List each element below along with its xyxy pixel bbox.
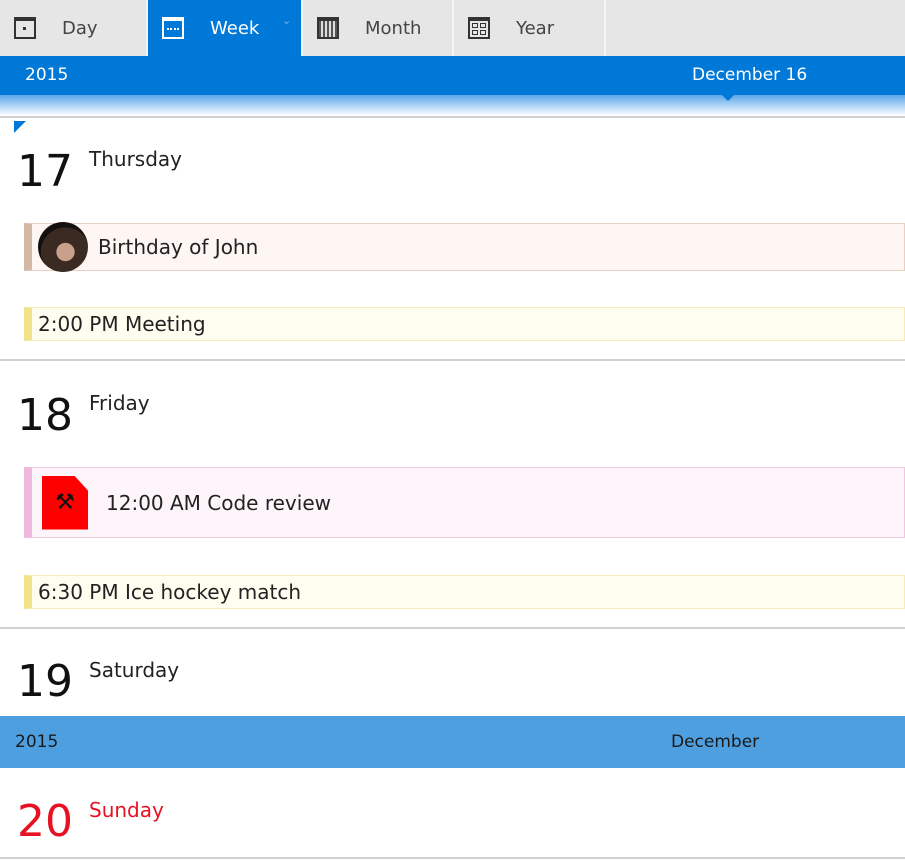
- day-number: 18: [17, 390, 73, 441]
- day-divider: [0, 627, 905, 629]
- current-date-caret-icon: [722, 95, 734, 101]
- event-title: 6:30 PM Ice hockey match: [38, 580, 302, 604]
- avatar: [38, 222, 88, 272]
- day-number: 20: [17, 796, 73, 847]
- week-calendar-icon: [162, 17, 184, 39]
- day-number: 19: [17, 656, 73, 707]
- month-header-bar: 2015 December: [0, 716, 905, 768]
- red-document-hammer-icon: ⚒: [42, 475, 88, 530]
- tab-year[interactable]: Year: [454, 0, 606, 56]
- tab-week[interactable]: Week ⌄: [148, 0, 303, 56]
- day-number: 17: [17, 146, 73, 197]
- event-title: 2:00 PM Meeting: [38, 312, 206, 336]
- chevron-down-icon[interactable]: ⌄: [282, 14, 291, 27]
- day-divider: [0, 857, 905, 859]
- day-name: Saturday: [89, 658, 180, 682]
- event-title: Birthday of John: [98, 235, 259, 259]
- tab-label: Day: [62, 17, 98, 39]
- day-name: Thursday: [89, 147, 182, 171]
- header-date: December 16: [692, 65, 808, 85]
- month-header-year: 2015: [15, 732, 59, 752]
- event-meeting[interactable]: 2:00 PM Meeting: [24, 307, 905, 341]
- event-title: 12:00 AM Code review: [106, 490, 331, 515]
- day-name: Friday: [89, 391, 150, 415]
- tab-label: Week: [210, 17, 260, 39]
- date-header-bar: 2015 December 16: [0, 56, 905, 95]
- tab-month[interactable]: Month: [303, 0, 454, 56]
- year-calendar-icon: [468, 17, 490, 39]
- day-divider: [0, 116, 905, 118]
- event-code-review[interactable]: ⚒ 12:00 AM Code review: [24, 467, 905, 538]
- tab-label: Year: [516, 17, 555, 39]
- event-birthday[interactable]: Birthday of John: [24, 222, 905, 272]
- today-marker-icon: [14, 121, 26, 133]
- scroll-fade: 16: [0, 95, 905, 116]
- tab-day[interactable]: Day: [0, 0, 148, 56]
- day-divider: [0, 359, 905, 361]
- event-ice-hockey[interactable]: 6:30 PM Ice hockey match: [24, 575, 905, 609]
- month-header-month: December: [671, 732, 760, 752]
- header-year: 2015: [25, 65, 69, 85]
- day-name: Sunday: [89, 798, 164, 822]
- view-tab-bar: Day Week ⌄ Month Year: [0, 0, 905, 56]
- day-calendar-icon: [14, 17, 36, 39]
- month-calendar-icon: [317, 17, 339, 39]
- tab-label: Month: [365, 17, 422, 39]
